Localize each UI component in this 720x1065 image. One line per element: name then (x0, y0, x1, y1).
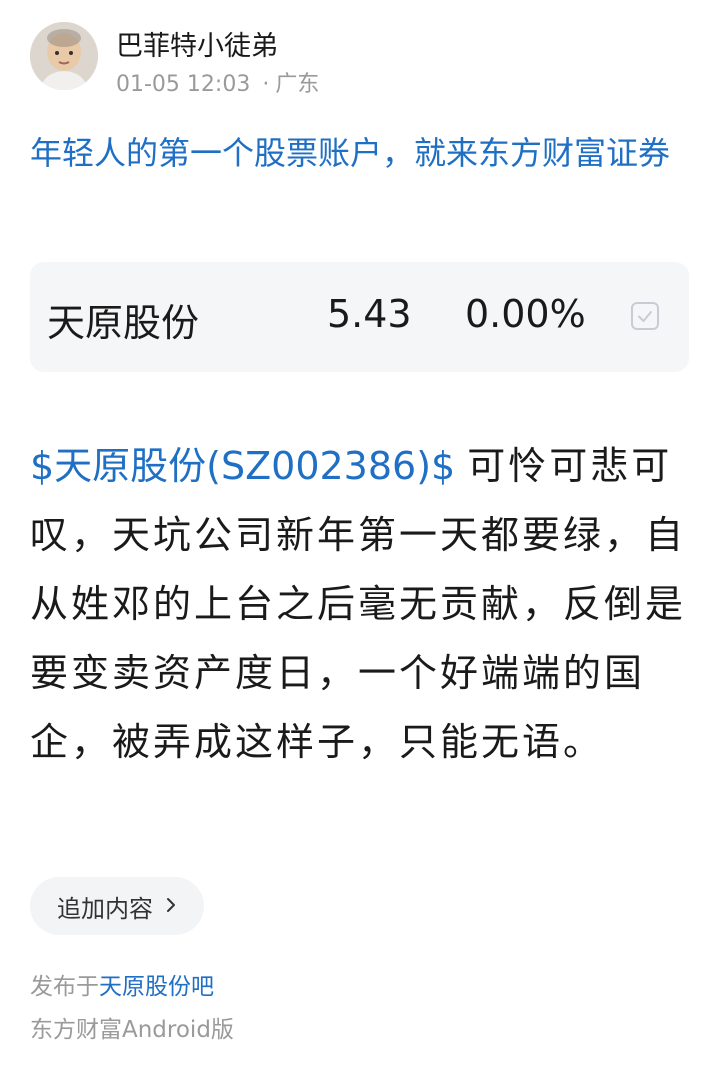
post-time: 01-05 12:03 (116, 72, 251, 97)
post-source: 东方财富Android版 (30, 1017, 234, 1043)
stock-card[interactable]: 天原股份 5.43 0.00% (30, 262, 689, 372)
bar-link[interactable]: 天原股份吧 (99, 974, 214, 1000)
meta-separator: · (262, 72, 270, 97)
post-content: 可怜可悲可叹，天坑公司新年第一天都要绿，自从姓邓的上台之后毫无贡献，反倒是要变卖… (30, 444, 687, 764)
author-name[interactable]: 巴菲特小徒弟 (116, 24, 278, 63)
stock-price: 5.43 (327, 292, 412, 336)
published-prefix: 发布于 (30, 974, 99, 1000)
published-in: 发布于天原股份吧 (30, 967, 214, 1001)
append-content-button[interactable]: 追加内容 (30, 877, 204, 935)
check-icon (638, 311, 652, 322)
post-body: $天原股份(SZ002386)$ 可怜可悲可叹，天坑公司新年第一天都要绿，自从姓邓… (30, 432, 695, 777)
avatar-image (30, 22, 98, 90)
chevron-right-icon (165, 892, 177, 920)
append-content-label: 追加内容 (57, 894, 153, 923)
post-header: 巴菲特小徒弟 01-05 12:03 · 广东 (30, 22, 690, 97)
stock-tag-link[interactable]: $天原股份(SZ002386)$ (30, 444, 455, 488)
stock-name: 天原股份 (47, 301, 200, 345)
watchlist-check-icon[interactable] (631, 302, 659, 330)
stock-change: 0.00% (465, 292, 586, 336)
post-meta: 01-05 12:03 · 广东 (116, 66, 319, 98)
promo-link[interactable]: 年轻人的第一个股票账户，就来东方财富证券 (30, 128, 695, 178)
avatar[interactable] (30, 22, 98, 90)
post-location: 广东 (275, 72, 320, 97)
